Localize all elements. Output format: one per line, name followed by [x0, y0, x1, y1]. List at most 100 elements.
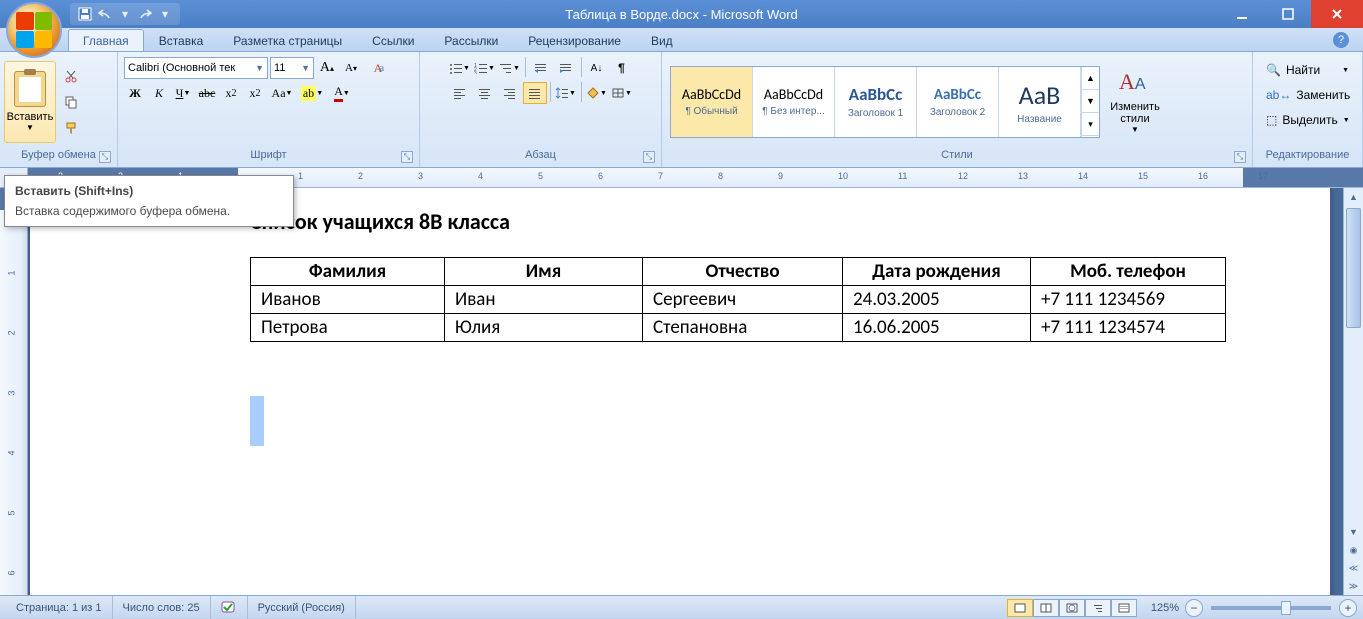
word-count[interactable]: Число слов: 25 — [113, 596, 211, 619]
tab-references[interactable]: Ссылки — [357, 29, 429, 51]
superscript-button[interactable]: x2 — [244, 82, 266, 104]
subscript-button[interactable]: x2 — [220, 82, 242, 104]
show-marks-button[interactable]: ¶ — [610, 57, 634, 79]
help-icon[interactable]: ? — [1333, 32, 1349, 48]
table-header-row[interactable]: ФамилияИмяОтчествоДата рожденияМоб. теле… — [251, 258, 1226, 286]
table-cell[interactable]: Иван — [445, 286, 643, 314]
tab-home[interactable]: Главная — [68, 29, 144, 51]
table-header-cell[interactable]: Дата рождения — [843, 258, 1031, 286]
vertical-ruler[interactable]: 1 2 3 4 5 6 — [0, 188, 28, 595]
tab-review[interactable]: Рецензирование — [513, 29, 636, 51]
gallery-up[interactable]: ▲ — [1082, 67, 1099, 90]
shading-button[interactable]: ▼ — [585, 82, 609, 104]
multilevel-list-button[interactable]: ▼ — [498, 57, 522, 79]
shrink-font-button[interactable]: A▾ — [340, 57, 362, 79]
decrease-indent-button[interactable] — [529, 57, 553, 79]
qat-customize-icon[interactable]: ▾ — [156, 5, 174, 23]
full-screen-view-button[interactable] — [1033, 599, 1059, 617]
table-cell[interactable]: Юлия — [445, 314, 643, 342]
table-cell[interactable]: +7 111 1234574 — [1031, 314, 1226, 342]
style-item-4[interactable]: AaBНазвание — [999, 67, 1081, 137]
table-cell[interactable]: +7 111 1234569 — [1031, 286, 1226, 314]
browse-object-button[interactable]: ◉ — [1344, 541, 1363, 559]
zoom-slider[interactable] — [1211, 606, 1331, 610]
font-color-button[interactable]: A▼ — [328, 82, 356, 104]
font-dialog-launcher[interactable]: ⤡ — [401, 151, 413, 163]
document-page[interactable]: Список учащихся 8В класса ФамилияИмяОтче… — [30, 188, 1330, 595]
bullets-button[interactable]: ▼ — [448, 57, 472, 79]
grow-font-button[interactable]: A▴ — [316, 57, 338, 79]
print-layout-view-button[interactable] — [1007, 599, 1033, 617]
paragraph-dialog-launcher[interactable]: ⤡ — [643, 151, 655, 163]
font-size-combo[interactable]: 11▼ — [270, 57, 314, 79]
underline-button[interactable]: Ч ▼ — [172, 82, 194, 104]
outline-view-button[interactable] — [1085, 599, 1111, 617]
format-painter-button[interactable] — [59, 116, 83, 140]
language-status[interactable]: Русский (Россия) — [248, 596, 356, 619]
highlight-button[interactable]: ab▼ — [298, 82, 326, 104]
table-cell[interactable]: Степановна — [643, 314, 843, 342]
borders-button[interactable]: ▼ — [610, 82, 634, 104]
clear-formatting-button[interactable]: Aa — [364, 57, 392, 79]
cut-button[interactable] — [59, 64, 83, 88]
redo-icon[interactable] — [136, 5, 154, 23]
paste-button[interactable]: Вставить ▼ — [4, 61, 56, 143]
zoom-slider-thumb[interactable] — [1281, 601, 1291, 615]
close-button[interactable] — [1311, 0, 1363, 28]
align-right-button[interactable] — [498, 82, 522, 104]
zoom-out-button[interactable]: − — [1185, 599, 1203, 617]
table-cell[interactable]: Сергеевич — [643, 286, 843, 314]
qat-dropdown-icon[interactable]: ▾ — [116, 5, 134, 23]
office-button[interactable] — [6, 2, 62, 58]
draft-view-button[interactable] — [1111, 599, 1137, 617]
tab-view[interactable]: Вид — [636, 29, 688, 51]
scroll-up-button[interactable]: ▲ — [1344, 188, 1363, 206]
document-table[interactable]: ФамилияИмяОтчествоДата рожденияМоб. теле… — [250, 257, 1226, 342]
sort-button[interactable]: A↓ — [585, 57, 609, 79]
minimize-button[interactable] — [1219, 0, 1265, 28]
scroll-thumb[interactable] — [1346, 208, 1361, 328]
table-row[interactable]: ПетроваЮлияСтепановна16.06.2005+7 111 12… — [251, 314, 1226, 342]
font-name-combo[interactable]: Calibri (Основной тек▼ — [124, 57, 268, 79]
table-header-cell[interactable]: Моб. телефон — [1031, 258, 1226, 286]
table-header-cell[interactable]: Отчество — [643, 258, 843, 286]
replace-button[interactable]: ab↔Заменить — [1260, 83, 1355, 107]
web-layout-view-button[interactable] — [1059, 599, 1085, 617]
scroll-down-button[interactable]: ▼ — [1344, 523, 1363, 541]
find-button[interactable]: 🔍Найти ▼ — [1260, 58, 1355, 82]
table-row[interactable]: ИвановИванСергеевич24.03.2005+7 111 1234… — [251, 286, 1226, 314]
table-cell[interactable]: 16.06.2005 — [843, 314, 1031, 342]
gallery-more[interactable]: ▾ — [1082, 113, 1099, 136]
gallery-down[interactable]: ▼ — [1082, 90, 1099, 113]
numbering-button[interactable]: 123▼ — [473, 57, 497, 79]
tab-mailings[interactable]: Рассылки — [429, 29, 513, 51]
style-item-1[interactable]: AaBbCcDd¶ Без интер... — [753, 67, 835, 137]
line-spacing-button[interactable]: ▼ — [554, 82, 578, 104]
select-button[interactable]: ⬚Выделить ▼ — [1260, 108, 1355, 132]
table-cell[interactable]: 24.03.2005 — [843, 286, 1031, 314]
undo-icon[interactable] — [96, 5, 114, 23]
spell-check-icon[interactable] — [211, 596, 248, 619]
table-header-cell[interactable]: Имя — [445, 258, 643, 286]
document-heading[interactable]: Список учащихся 8В класса — [250, 208, 1330, 235]
italic-button[interactable]: К — [148, 82, 170, 104]
styles-dialog-launcher[interactable]: ⤡ — [1234, 151, 1246, 163]
bold-button[interactable]: Ж — [124, 82, 146, 104]
zoom-in-button[interactable]: + — [1339, 599, 1357, 617]
align-center-button[interactable] — [473, 82, 497, 104]
vertical-scrollbar[interactable]: ▲ ▼ ◉ ≪ ≫ — [1343, 188, 1363, 595]
justify-button[interactable] — [523, 82, 547, 104]
next-page-button[interactable]: ≫ — [1344, 577, 1363, 595]
page-status[interactable]: Страница: 1 из 1 — [6, 596, 113, 619]
style-item-3[interactable]: AaBbCcЗаголовок 2 — [917, 67, 999, 137]
style-item-2[interactable]: AaBbCcЗаголовок 1 — [835, 67, 917, 137]
table-cell[interactable]: Иванов — [251, 286, 445, 314]
table-cell[interactable]: Петрова — [251, 314, 445, 342]
align-left-button[interactable] — [448, 82, 472, 104]
zoom-level[interactable]: 125% — [1145, 602, 1185, 614]
change-case-button[interactable]: Aa▼ — [268, 82, 296, 104]
copy-button[interactable] — [59, 90, 83, 114]
change-styles-button[interactable]: AA Изменить стили ▼ — [1104, 66, 1166, 138]
maximize-button[interactable] — [1265, 0, 1311, 28]
save-icon[interactable] — [76, 5, 94, 23]
